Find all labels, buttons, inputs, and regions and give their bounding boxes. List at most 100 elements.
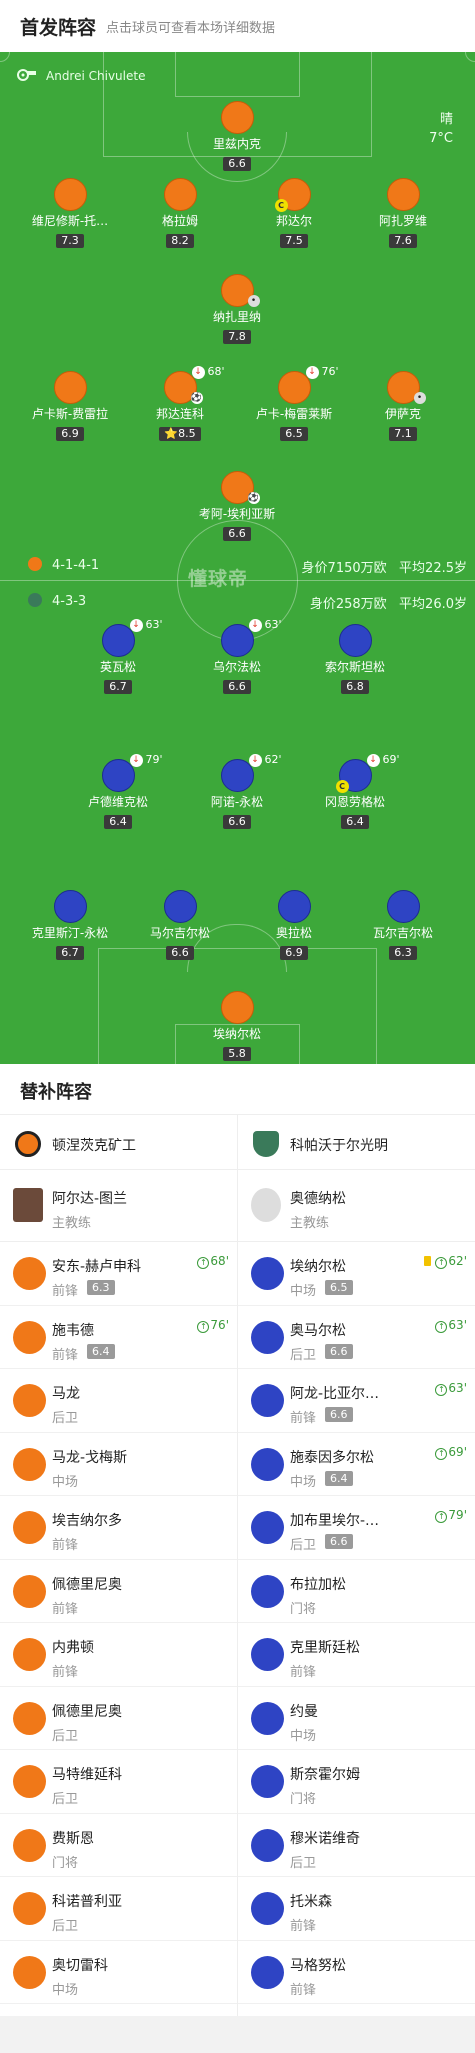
player-name: 索尔斯坦松 [324, 660, 385, 674]
home-coach[interactable]: 阿尔达-图兰 主教练 [0, 1170, 237, 1242]
player-rating: 7.6 [389, 234, 417, 248]
player-dot: • [386, 371, 426, 404]
away-player-11[interactable]: 埃纳尔松 5.8 [177, 991, 297, 1061]
weather-temperature: 7°C [429, 131, 453, 146]
player-rating: 8.2 [166, 234, 194, 248]
sub-in-icon: ↑ [435, 1511, 448, 1523]
sub-player-name: 施韦德 [52, 1322, 94, 1339]
sub-player-name: 克里斯廷松 [290, 1640, 360, 1656]
away-player-7[interactable]: 克里斯汀-永松 6.7 [10, 890, 130, 960]
sub-player-row[interactable]: 托米森 前锋 [238, 1877, 475, 1941]
player-dot: ↓ 63' [220, 618, 282, 657]
sub-player-row[interactable]: 内弗顿 前锋 [0, 1623, 237, 1687]
home-coach-role: 主教练 [52, 1216, 92, 1231]
sub-player-row[interactable]: 马龙 后卫 [0, 1369, 237, 1433]
away-team[interactable]: 科帕沃于尔光明 [238, 1115, 475, 1171]
away-subs-list: 埃纳尔松 中场 6.5 ↑ 62' 奥马尔松 后卫 6.6 ↑ 63' 阿龙-比亚尔… 前锋 6.6 ↑ 6… [238, 1242, 475, 2004]
weather-condition: 晴 [439, 112, 453, 127]
sub-player-row[interactable]: 加布里埃尔-… 后卫 6.6 ↑ 79' [238, 1496, 475, 1560]
player-rating: 6.5 [280, 427, 308, 441]
sub-player-name: 约曼 [290, 1703, 318, 1720]
sub-player-row[interactable]: 施泰因多尔松 中场 6.4 ↑ 69' [238, 1433, 475, 1496]
sub-out-icon: ↓ [191, 366, 205, 379]
home-player-1[interactable]: 里兹内克 6.6 [177, 101, 297, 171]
away-player-8[interactable]: 马尔吉尔松 6.6 [120, 890, 240, 960]
sub-time: 68' [207, 365, 225, 378]
sub-in-indicator: ↑ 68' [197, 1254, 229, 1269]
sub-time: 63' [264, 618, 282, 631]
player-dot [53, 890, 87, 923]
sub-player-name: 马龙-戈梅斯 [52, 1449, 128, 1466]
sub-player-name: 加布里埃尔-… [290, 1513, 380, 1529]
away-player-4[interactable]: ↓ 79' 卢德维克松 6.4 [58, 753, 178, 829]
away-player-6[interactable]: ↓ 69' C 冈恩劳格松 6.4 [295, 753, 415, 829]
sub-player-name: 马格努松 [290, 1957, 346, 1974]
away-player-9[interactable]: 奥拉松 6.9 [234, 890, 354, 960]
sub-player-position: 中场 [290, 1728, 317, 1744]
sub-player-row[interactable]: 埃吉纳尔多 前锋 [0, 1496, 237, 1560]
player-dot [13, 1384, 46, 1417]
sub-player-position: 前锋 [52, 1538, 79, 1553]
pitch: Andrei Chivulete 晴 7°C 懂球帝 里兹内克 6.6 维尼修斯-… [0, 52, 475, 1064]
player-dot [13, 1765, 46, 1798]
sub-player-row[interactable]: 施韦德 前锋 6.4 ↑ 76' [0, 1306, 237, 1369]
sub-player-name: 安东-赫卢申科 [52, 1259, 142, 1275]
home-player-2[interactable]: 维尼修斯-托… 7.3 [10, 178, 130, 248]
sub-player-row[interactable]: 马特维延科 后卫 [0, 1750, 237, 1814]
sub-player-row[interactable]: 佩德里尼奥 前锋 [0, 1560, 237, 1623]
sub-out-icon: ↓ [248, 754, 262, 767]
subs-header: 替补阵容 [0, 1064, 475, 1114]
subs-title: 替补阵容 [20, 1082, 92, 1103]
away-team-avg-age: 平均26.0岁 [399, 597, 467, 612]
sub-in-icon: ↑ [197, 1257, 210, 1269]
home-coach-name: 阿尔达-图兰 [52, 1191, 128, 1207]
sub-time: 62' [264, 753, 282, 766]
sub-player-position: 前锋 [290, 1919, 317, 1934]
sub-player-rating: 6.5 [325, 1280, 353, 1295]
sub-player-row[interactable]: 奥切雷科 中场 [0, 1941, 237, 2004]
home-player-3[interactable]: 格拉姆 8.2 [120, 178, 240, 248]
player-dot: • [220, 274, 260, 307]
away-player-3[interactable]: 索尔斯坦松 6.8 [295, 624, 415, 694]
away-team-logo [253, 1131, 279, 1157]
home-player-4[interactable]: C 邦达尔 7.5 [234, 178, 354, 248]
sub-player-row[interactable]: 约曼 中场 [238, 1687, 475, 1750]
sub-player-row[interactable]: 佩德里尼奥 后卫 [0, 1687, 237, 1750]
sub-player-row[interactable]: 阿龙-比亚尔… 前锋 6.6 ↑ 63' [238, 1369, 475, 1433]
player-dot [13, 1574, 46, 1608]
home-player-6[interactable]: • 纳扎里纳 7.8 [177, 274, 297, 344]
sub-player-row[interactable]: 费斯恩 门将 [0, 1814, 237, 1877]
home-player-10[interactable]: • 伊萨克 7.1 [343, 371, 463, 441]
sub-player-rating: 6.4 [325, 1470, 353, 1486]
sub-player-row[interactable]: 科诺普利亚 后卫 [0, 1877, 237, 1941]
sub-player-row[interactable]: 布拉加松 门将 [238, 1560, 475, 1623]
away-coach[interactable]: 奥德纳松 主教练 [238, 1170, 475, 1242]
sub-in-time: 69' [448, 1444, 467, 1459]
sub-time: 76' [321, 365, 339, 378]
sub-player-name: 施泰因多尔松 [290, 1449, 374, 1466]
sub-player-row[interactable]: 马格努松 前锋 [238, 1941, 475, 2004]
sub-player-row[interactable]: 奥马尔松 后卫 6.6 ↑ 63' [238, 1306, 475, 1369]
away-player-5[interactable]: ↓ 62' 阿诺-永松 6.6 [177, 753, 297, 829]
ball-icon: ⚽ [190, 392, 203, 404]
sub-in-time: 62' [448, 1254, 467, 1268]
sub-player-row[interactable]: 安东-赫卢申科 前锋 6.3 ↑ 68' [0, 1242, 237, 1306]
home-player-9[interactable]: ↓ 76' 卢卡-梅雷莱斯 6.5 [234, 365, 354, 441]
sub-player-row[interactable]: 穆米诺维奇 后卫 [238, 1814, 475, 1877]
sub-player-row[interactable]: 克里斯廷松 前锋 [238, 1623, 475, 1687]
sub-in-icon: ↑ [435, 1257, 448, 1269]
sub-in-time: 63' [448, 1317, 467, 1332]
home-player-7[interactable]: 卢卡斯-费雷拉 6.9 [10, 371, 130, 441]
sub-player-position: 前锋 [52, 1347, 79, 1363]
home-player-11[interactable]: ⚽ 考阿-埃利亚斯 6.6 [177, 471, 297, 541]
sub-player-row[interactable]: 马龙-戈梅斯 中场 [0, 1433, 237, 1496]
sub-player-name: 托米森 [290, 1894, 332, 1910]
away-player-2[interactable]: ↓ 63' 乌尔法松 6.6 [177, 618, 297, 694]
away-player-10[interactable]: 瓦尔吉尔松 6.3 [343, 890, 463, 960]
sub-player-row[interactable]: 斯奈霍尔姆 门将 [238, 1750, 475, 1814]
home-player-5[interactable]: 阿扎罗维 7.6 [343, 178, 463, 248]
away-player-1[interactable]: ↓ 63' 英瓦松 6.7 [58, 618, 178, 694]
home-player-8[interactable]: ↓ 68' ⚽ 邦达连科 ⭐8.5 [120, 365, 240, 441]
sub-player-row[interactable]: 埃纳尔松 中场 6.5 ↑ 62' [238, 1242, 475, 1306]
home-team[interactable]: 顿涅茨克矿工 [0, 1115, 237, 1171]
